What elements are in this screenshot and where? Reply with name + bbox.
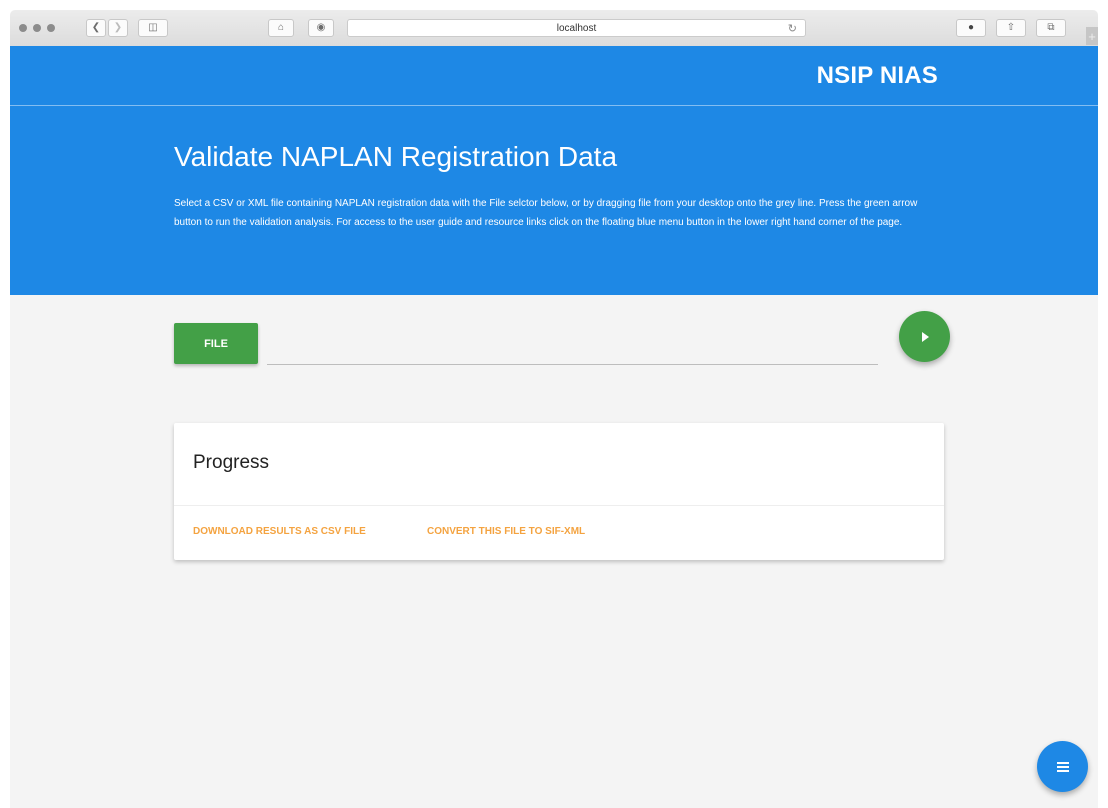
- play-icon: [921, 331, 929, 342]
- plus-icon: +: [1088, 28, 1096, 44]
- back-button[interactable]: ❮: [86, 19, 106, 37]
- zoom-window-dot[interactable]: [47, 24, 55, 32]
- sidebar-button[interactable]: ◫: [138, 19, 168, 37]
- progress-card: Progress DOWNLOAD RESULTS AS CSV FILE CO…: [174, 423, 944, 560]
- download-csv-link[interactable]: DOWNLOAD RESULTS AS CSV FILE: [193, 526, 366, 537]
- hero-banner: Validate NAPLAN Registration Data Select…: [10, 106, 1098, 295]
- forward-button[interactable]: ❯: [108, 19, 128, 37]
- floating-menu-button[interactable]: [1037, 741, 1088, 792]
- menu-icon: [1056, 760, 1069, 774]
- app-page: NSIP NIAS Validate NAPLAN Registration D…: [10, 46, 1098, 808]
- top-app-bar: NSIP NIAS: [10, 46, 1098, 106]
- share-button[interactable]: ⇧: [996, 19, 1026, 37]
- browser-toolbar: ❮ ❯ ◫ ⌂ ◉ localhost ↻ ● ⇧ ⧉: [10, 10, 1098, 47]
- reload-icon[interactable]: ↻: [788, 22, 797, 35]
- chevron-left-icon: ❮: [91, 22, 101, 33]
- convert-sif-xml-link[interactable]: CONVERT THIS FILE TO SIF-XML: [427, 526, 585, 537]
- address-bar[interactable]: localhost ↻: [347, 19, 806, 37]
- home-icon: ⌂: [277, 22, 285, 33]
- tabs-icon: ⧉: [1047, 22, 1055, 33]
- info-button[interactable]: ●: [956, 19, 986, 37]
- file-select-button[interactable]: FILE: [174, 323, 258, 364]
- new-tab-button[interactable]: +: [1086, 27, 1098, 45]
- run-validation-button[interactable]: [899, 311, 950, 362]
- minimize-window-dot[interactable]: [33, 24, 41, 32]
- chevron-right-icon: ❯: [113, 22, 123, 33]
- shield-icon: ◉: [316, 22, 326, 33]
- brand-title: NSIP NIAS: [816, 62, 938, 89]
- close-window-dot[interactable]: [19, 24, 27, 32]
- share-icon: ⇧: [1006, 22, 1016, 33]
- home-button[interactable]: ⌂: [268, 19, 294, 37]
- info-icon: ●: [967, 22, 975, 33]
- extension-button[interactable]: ◉: [308, 19, 334, 37]
- page-description: Select a CSV or XML file containing NAPL…: [174, 198, 918, 228]
- card-divider: [174, 505, 944, 506]
- progress-title: Progress: [193, 452, 270, 473]
- file-drop-line[interactable]: [267, 364, 878, 365]
- tabs-button[interactable]: ⧉: [1036, 19, 1066, 37]
- sidebar-icon: ◫: [148, 22, 158, 33]
- url-text: localhost: [556, 22, 597, 34]
- page-title: Validate NAPLAN Registration Data: [174, 141, 618, 172]
